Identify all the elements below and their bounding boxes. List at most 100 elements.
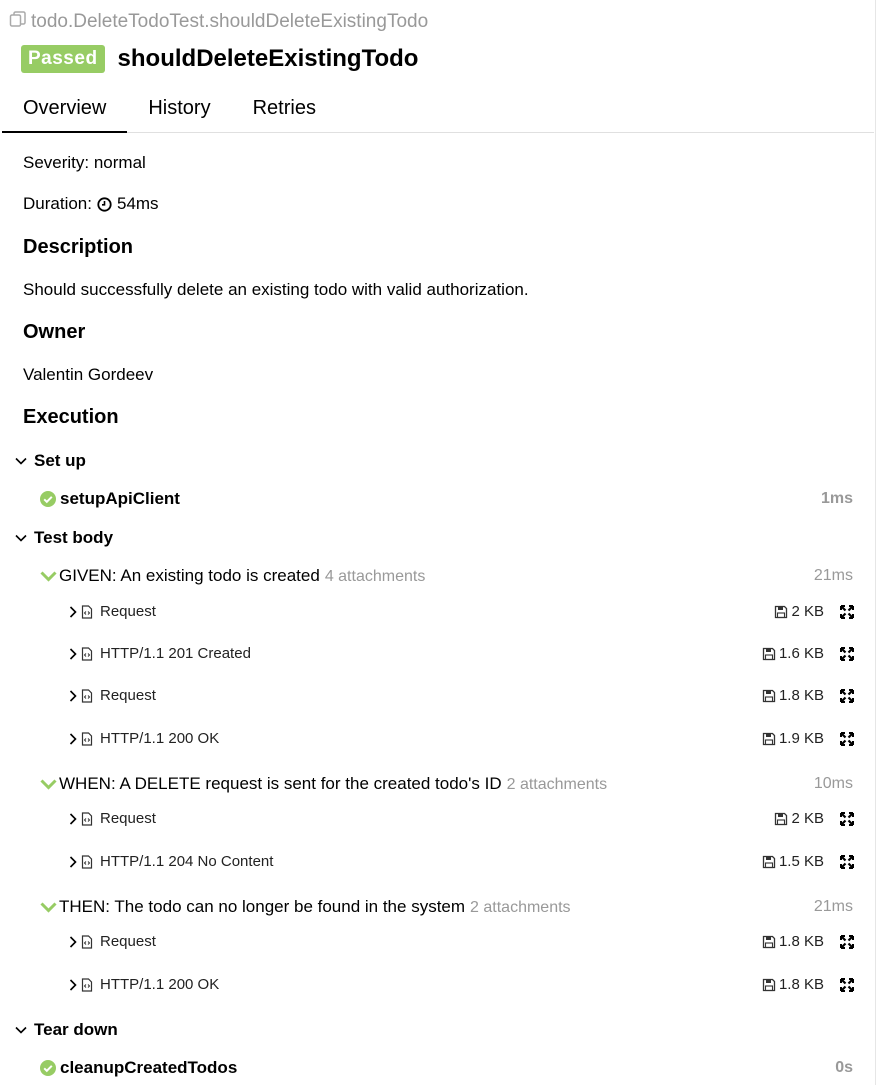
save-icon (762, 647, 776, 660)
expand-icon[interactable] (840, 646, 854, 661)
description-text: Should successfully delete an existing t… (23, 280, 529, 299)
chevron-right-icon (69, 855, 77, 868)
step-when[interactable]: WHEN: A DELETE request is sent for the c… (40, 774, 853, 794)
attachment-label: HTTP/1.1 201 Created (100, 645, 251, 662)
step-name: THEN: The todo can no longer be found in… (59, 897, 814, 917)
attachment-size: 2 KB (774, 603, 824, 620)
chevron-right-icon (69, 978, 77, 991)
save-icon (762, 855, 776, 868)
attachment-row[interactable]: Request 2 KB (66, 810, 854, 827)
save-icon (762, 978, 776, 991)
description-heading: Description (23, 236, 134, 258)
expand-icon[interactable] (840, 977, 854, 992)
section-setup[interactable]: Set up (14, 451, 86, 471)
file-code-icon (81, 854, 93, 869)
attachment-size: 2 KB (774, 810, 824, 827)
step-title: GIVEN: An existing todo is created (59, 566, 320, 585)
check-circle-icon (40, 1060, 56, 1076)
test-path[interactable]: todo.DeleteTodoTest.shouldDeleteExisting… (9, 10, 428, 34)
status-badge: Passed (21, 45, 105, 73)
attachment-label: Request (100, 810, 156, 827)
panel-border (875, 0, 876, 1085)
file-code-icon (81, 811, 93, 826)
expand-icon[interactable] (840, 934, 854, 949)
severity: Severity: normal (23, 153, 146, 172)
fixture-time: 0s (835, 1059, 853, 1076)
step-time: 21ms (813, 898, 853, 915)
save-icon (775, 812, 788, 825)
chevron-down-icon (40, 571, 57, 582)
section-setup-label: Set up (34, 451, 86, 470)
attachment-label: HTTP/1.1 200 OK (100, 730, 220, 747)
file-code-icon (81, 731, 93, 746)
chevron-right-icon (69, 935, 77, 948)
chevron-right-icon (69, 732, 77, 745)
file-code-icon (81, 934, 93, 949)
expand-icon[interactable] (840, 854, 854, 869)
attachment-label: Request (100, 687, 156, 704)
fixture-name: cleanupCreatedTodos (60, 1058, 238, 1077)
step-attachments-count: 2 attachments (470, 899, 571, 916)
fixture-name: setupApiClient (60, 489, 180, 508)
attachment-row[interactable]: Request 2 KB (66, 603, 854, 620)
section-test-body-label: Test body (34, 528, 114, 547)
step-name: WHEN: A DELETE request is sent for the c… (59, 774, 814, 794)
attachment-size: 1.8 KB (762, 933, 824, 950)
step-attachments-count: 2 attachments (506, 776, 608, 793)
file-code-icon (81, 977, 93, 992)
step-then[interactable]: THEN: The todo can no longer be found in… (40, 897, 853, 917)
expand-icon[interactable] (840, 811, 854, 826)
duration-label: Duration: (23, 194, 92, 213)
test-path-text: todo.DeleteTodoTest.shouldDeleteExisting… (31, 11, 429, 32)
attachment-row[interactable]: HTTP/1.1 201 Created 1.6 KB (66, 645, 854, 662)
attachment-row[interactable]: Request 1.8 KB (66, 687, 854, 704)
chevron-down-icon (40, 779, 57, 790)
attachment-size: 1.6 KB (762, 645, 824, 662)
attachment-size: 1.8 KB (762, 687, 824, 704)
attachment-row[interactable]: HTTP/1.1 200 OK 1.8 KB (66, 976, 854, 993)
step-time: 10ms (813, 775, 853, 792)
tab-overview[interactable]: Overview (2, 95, 128, 133)
step-given[interactable]: GIVEN: An existing todo is created 4 atta… (40, 566, 853, 586)
attachment-label: Request (100, 603, 156, 620)
attachment-label: HTTP/1.1 204 No Content (100, 853, 274, 870)
title-row: Passed shouldDeleteExistingTodo (21, 45, 418, 73)
attachment-size-value: 2 KB (791, 810, 824, 827)
attachment-label: HTTP/1.1 200 OK (100, 976, 220, 993)
attachment-size: 1.5 KB (762, 853, 824, 870)
expand-icon[interactable] (840, 731, 854, 746)
step-name: GIVEN: An existing todo is created 4 atta… (59, 566, 814, 586)
chevron-right-icon (69, 647, 77, 660)
check-circle-icon (40, 491, 56, 507)
execution-heading: Execution (23, 406, 119, 428)
section-teardown[interactable]: Tear down (14, 1020, 118, 1040)
attachment-size: 1.9 KB (762, 730, 824, 747)
chevron-down-icon (15, 1026, 27, 1034)
attachment-row[interactable]: HTTP/1.1 204 No Content 1.5 KB (66, 853, 854, 870)
save-icon (762, 689, 776, 702)
chevron-right-icon (69, 812, 77, 825)
tab-retries[interactable]: Retries (232, 95, 337, 133)
attachment-size-value: 1.8 KB (778, 933, 824, 950)
step-attachments-count: 4 attachments (324, 568, 426, 585)
chevron-right-icon (69, 689, 77, 702)
section-teardown-label: Tear down (34, 1020, 118, 1039)
file-code-icon (81, 688, 93, 703)
attachment-size-value: 1.8 KB (778, 976, 824, 993)
attachment-size-value: 1.6 KB (778, 645, 824, 662)
attachment-size-value: 1.5 KB (778, 853, 824, 870)
attachment-row[interactable]: Request 1.8 KB (66, 933, 854, 950)
duration-value: 54ms (116, 194, 159, 213)
file-code-icon (81, 646, 93, 661)
copy-icon[interactable] (9, 10, 27, 34)
expand-icon[interactable] (840, 688, 854, 703)
clock-icon (97, 196, 112, 212)
attachment-row[interactable]: HTTP/1.1 200 OK 1.9 KB (66, 730, 854, 747)
tab-history[interactable]: History (127, 95, 231, 133)
section-test-body[interactable]: Test body (14, 528, 113, 548)
owner-heading: Owner (23, 321, 86, 343)
expand-icon[interactable] (840, 604, 854, 619)
attachment-size-value: 2 KB (791, 603, 824, 620)
fixture-teardown[interactable]: cleanupCreatedTodos 0s (40, 1058, 853, 1078)
fixture-setup[interactable]: setupApiClient 1ms (40, 489, 853, 509)
